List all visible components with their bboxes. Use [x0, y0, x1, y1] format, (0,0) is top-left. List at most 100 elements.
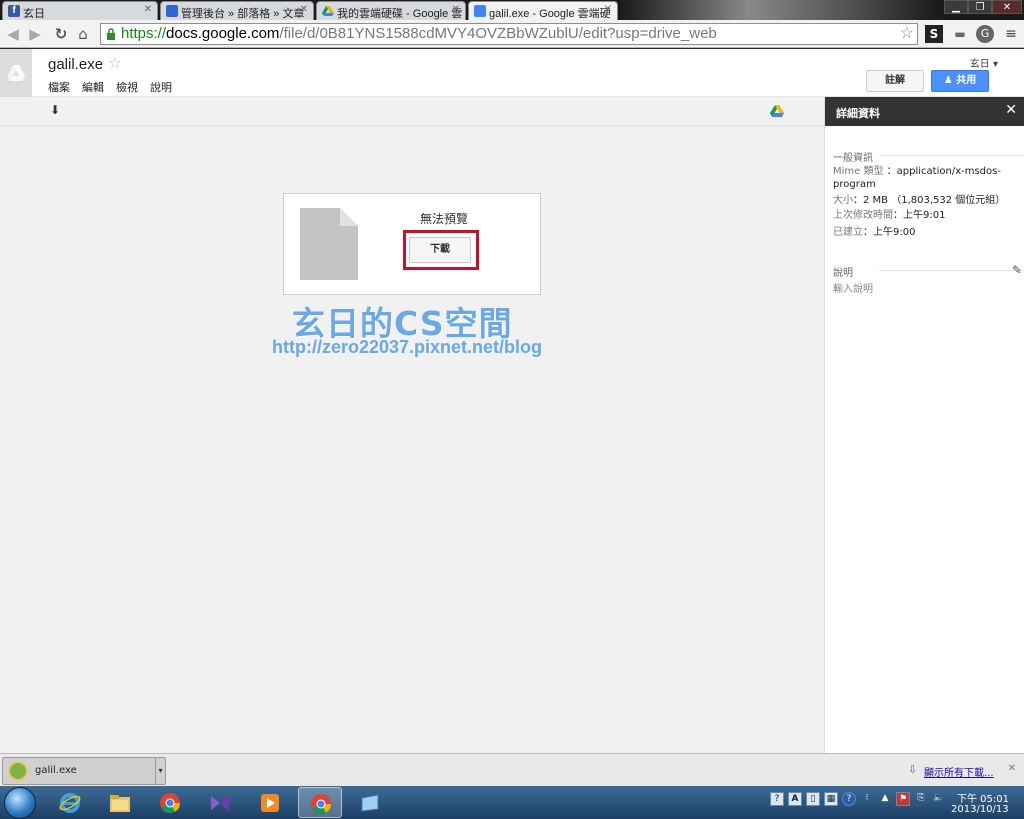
open-with-drive-icon[interactable]	[770, 105, 784, 117]
close-window-icon[interactable]: ✕	[992, 0, 1022, 14]
download-button[interactable]: 下載	[409, 237, 471, 263]
document-icon	[474, 5, 486, 17]
modified-value: 上午9:01	[903, 210, 946, 221]
star-icon[interactable]: ☆	[108, 54, 121, 72]
back-icon[interactable]: ◀	[4, 25, 22, 43]
browser-toolbar: ◀ ▶ ↻ ⌂ https://docs.google.com/file/d/0…	[0, 20, 1024, 48]
help-icon[interactable]: ?	[770, 792, 784, 806]
taskbar-ie[interactable]	[48, 787, 92, 818]
forward-icon[interactable]: ▶	[26, 25, 44, 43]
menu-icon[interactable]: ≡	[1002, 25, 1020, 43]
close-shelf-icon[interactable]: ✕	[1008, 763, 1016, 774]
drive-logo[interactable]	[0, 49, 32, 97]
close-icon[interactable]: ✕	[1005, 102, 1017, 118]
tab-title: 管理後台 » 部落格 » 文章	[181, 8, 305, 20]
menu-help[interactable]: 說明	[150, 79, 172, 95]
taskbar-visual-studio[interactable]	[198, 787, 242, 818]
created-row: 已建立：上午9:00	[833, 227, 916, 238]
download-item[interactable]: galil.exe ▾	[2, 757, 166, 785]
address-bar[interactable]: https://docs.google.com/file/d/0B81YNS15…	[100, 23, 918, 45]
extension-s-icon[interactable]: S	[925, 25, 943, 43]
created-value: 上午9:00	[873, 227, 916, 238]
tab-facebook[interactable]: f 玄日 ✕	[2, 1, 158, 20]
viewer-toolbar: ⬇	[0, 97, 824, 126]
description-input[interactable]: 輸入說明	[833, 283, 1019, 296]
ime-options-icon[interactable]: ⁝	[860, 792, 874, 806]
tab-close-icon[interactable]: ✕	[604, 4, 612, 15]
tab-title: 玄日	[23, 8, 45, 20]
tab-close-icon[interactable]: ✕	[300, 4, 308, 15]
reload-icon[interactable]: ↻	[52, 25, 70, 43]
tab-my-drive[interactable]: 我的雲端硬碟 - Google 雲 ✕	[316, 1, 466, 20]
taskbar-window-app[interactable]	[348, 787, 392, 818]
edit-pencil-icon[interactable]: ✎	[1012, 263, 1022, 277]
details-header: 詳細資料 ✕	[825, 97, 1024, 126]
modified-row: 上次修改時間：上午9:01	[833, 210, 946, 221]
start-button[interactable]	[4, 787, 36, 819]
browser-tab-strip: f 玄日 ✕ 管理後台 » 部落格 » 文章 ✕ 我的雲端硬碟 - Google…	[0, 0, 1024, 20]
clock-time[interactable]: 下午 05:01	[957, 790, 1009, 805]
show-hidden-icons-icon[interactable]: ▲	[878, 792, 892, 806]
google-drive-icon	[322, 6, 334, 16]
taskbar-explorer[interactable]	[98, 787, 142, 818]
download-arrow-icon[interactable]: ⬇	[50, 103, 60, 117]
restore-icon[interactable]: ❐	[968, 0, 992, 14]
action-center-flag-icon[interactable]: ⚑	[896, 792, 910, 806]
clock-date[interactable]: 2013/10/13	[951, 804, 1009, 815]
home-icon[interactable]: ⌂	[74, 25, 92, 43]
url-host: docs.google.com	[166, 25, 280, 42]
share-label: 共用	[956, 75, 977, 86]
minimize-icon[interactable]: ▁	[944, 0, 968, 14]
file-viewer: ⬇ 無法預覽 下載 玄日的CS空間 http://zero22037.pixne…	[0, 97, 824, 753]
network-icon[interactable]: ⎘	[914, 792, 928, 806]
extension-g-icon[interactable]: G	[976, 25, 994, 43]
tab-blog-admin[interactable]: 管理後台 » 部落格 » 文章 ✕	[160, 1, 314, 20]
mime-type-label: Mime 類型	[833, 166, 884, 177]
watermark-url: http://zero22037.pixnet.net/blog	[272, 337, 543, 357]
tab-close-icon[interactable]: ✕	[144, 4, 152, 15]
taskbar-media-player[interactable]	[248, 787, 292, 818]
url-path: /file/d/0B81YNS1588cdMVY4OVZBbWZublU/edi…	[279, 25, 717, 42]
ime-tool-icon[interactable]: ▦	[824, 792, 838, 806]
bookmark-star-icon[interactable]: ☆	[900, 24, 914, 44]
general-info-heading: 一般資訊	[833, 149, 1024, 164]
download-shelf: galil.exe ▾ ⇩ 顯示所有下載... ✕	[0, 753, 1024, 786]
size-label: 大小	[833, 195, 853, 206]
created-label: 已建立	[833, 227, 863, 238]
tab-close-icon[interactable]: ✕	[452, 4, 460, 15]
comment-button[interactable]: 註解	[866, 70, 924, 92]
menu-view[interactable]: 檢視	[116, 79, 138, 95]
facebook-icon: f	[8, 5, 20, 17]
media-player-icon	[261, 794, 279, 812]
details-panel: 詳細資料 ✕ 一般資訊 Mime 類型 ：application/x-msdos…	[824, 97, 1024, 753]
download-file-name: galil.exe	[35, 765, 77, 776]
tab-galil-exe[interactable]: galil.exe - Google 雲端硬 ✕	[468, 1, 618, 20]
show-all-downloads-link[interactable]: 顯示所有下載...	[924, 764, 994, 779]
menu-bar: 檔案 編輯 檢視 說明	[48, 79, 172, 95]
account-name[interactable]: 玄日 ▾	[970, 55, 998, 70]
internet-explorer-icon	[59, 793, 81, 813]
info-icon[interactable]: ?	[842, 792, 856, 806]
menu-edit[interactable]: 編輯	[82, 79, 104, 95]
taskbar-chrome[interactable]	[148, 787, 192, 818]
person-icon: ♟	[943, 75, 957, 86]
share-button[interactable]: ♟ 共用	[931, 70, 989, 92]
tab-title: galil.exe - Google 雲端硬	[489, 8, 611, 20]
window-app-icon	[361, 794, 379, 812]
volume-icon[interactable]: 🔈	[932, 792, 946, 806]
details-title: 詳細資料	[836, 107, 880, 120]
ime-a-icon[interactable]: A	[788, 792, 802, 806]
chevron-down-icon[interactable]: ▾	[155, 758, 165, 784]
tab-title: 我的雲端硬碟 - Google 雲	[337, 8, 463, 20]
taskbar-chrome-active[interactable]	[298, 787, 342, 818]
drive-logo-icon	[7, 65, 25, 81]
ime-mode-icon[interactable]: ▯	[806, 792, 820, 806]
visual-studio-icon	[211, 794, 229, 812]
menu-file[interactable]: 檔案	[48, 79, 70, 95]
system-tray: ? A ▯ ▦ ? ⁝ ▲ ⚑ ⎘ 🔈	[770, 792, 946, 812]
document-title[interactable]: galil.exe	[48, 56, 103, 73]
extension-icon[interactable]: ▬	[951, 25, 969, 43]
description-heading: 說明	[833, 264, 1024, 279]
chrome-icon	[311, 794, 332, 815]
no-preview-message: 無法預覽	[420, 212, 469, 226]
